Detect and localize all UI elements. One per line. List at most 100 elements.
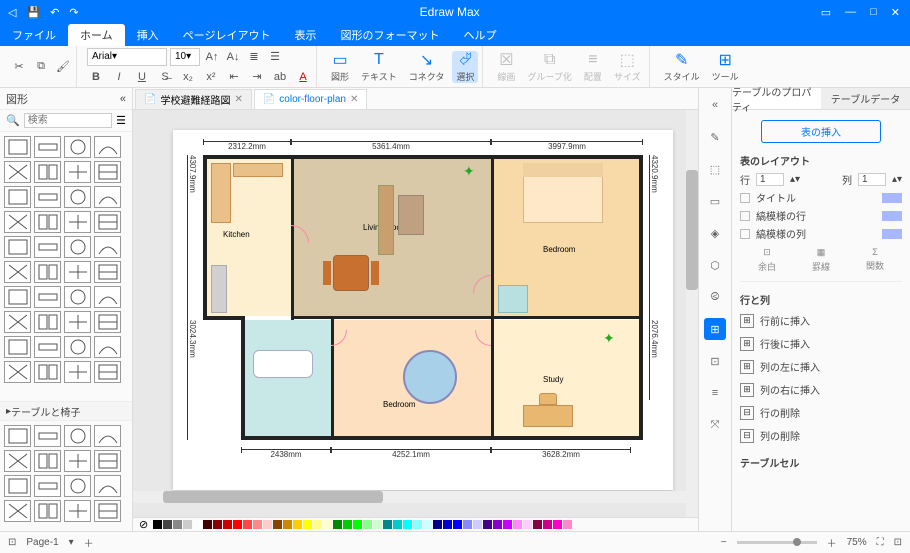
shape-thumb[interactable] [4, 450, 31, 472]
shape-thumb[interactable] [4, 336, 31, 358]
bold-icon[interactable]: B [87, 68, 105, 86]
tool-align[interactable]: ≡配置 [580, 51, 606, 83]
btn-margin[interactable]: ⊡余白 [758, 247, 776, 273]
menu-home[interactable]: ホーム [68, 24, 125, 46]
shape-thumb[interactable] [64, 361, 91, 383]
menu-file[interactable]: ファイル [0, 24, 68, 46]
page-nav-icon[interactable]: ⊡ [8, 537, 16, 548]
shape-thumb[interactable] [64, 475, 91, 497]
menu-shapeformat[interactable]: 図形のフォーマット [328, 24, 451, 46]
color-swatch[interactable] [323, 520, 332, 529]
tool-size[interactable]: ⬚サイズ [610, 51, 645, 83]
color-swatch[interactable] [423, 520, 432, 529]
color-swatch[interactable] [413, 520, 422, 529]
color-swatch[interactable] [383, 520, 392, 529]
shape-thumb[interactable] [94, 286, 121, 308]
color-swatch[interactable] [293, 520, 302, 529]
color-swatch[interactable] [443, 520, 452, 529]
shape-thumb[interactable] [94, 425, 121, 447]
shape-thumb[interactable] [94, 336, 121, 358]
tool-shape[interactable]: ▭図形 [327, 51, 353, 83]
row-stepper[interactable]: ▴▾ [790, 174, 800, 185]
color-swatch[interactable] [403, 520, 412, 529]
shape-thumb[interactable] [34, 136, 61, 158]
tab-table-data[interactable]: テーブルデータ [821, 88, 910, 109]
shape-thumb[interactable] [34, 475, 61, 497]
indent-inc-icon[interactable]: ⇥ [248, 68, 266, 86]
color-swatch[interactable] [153, 520, 162, 529]
color-swatch[interactable] [363, 520, 372, 529]
italic-icon[interactable]: I [110, 68, 128, 86]
font-increase-icon[interactable]: A↑ [203, 48, 221, 66]
row-input[interactable]: 1 [756, 173, 784, 186]
shape-thumb[interactable] [34, 361, 61, 383]
color-swatch[interactable] [353, 520, 362, 529]
shape-thumb[interactable] [64, 211, 91, 233]
color-swatch[interactable] [343, 520, 352, 529]
btn-border[interactable]: ▦罫線 [812, 247, 830, 273]
color-swatch[interactable] [263, 520, 272, 529]
collapse-icon[interactable]: « [120, 93, 126, 105]
zoom-in-icon[interactable]: ＋ [827, 535, 837, 550]
tab-color-floor-plan[interactable]: 📄 color-floor-plan ✕ [254, 89, 368, 109]
color-swatch[interactable] [543, 520, 552, 529]
shape-thumb[interactable] [4, 186, 31, 208]
side-tool-7[interactable]: ⊞ [704, 318, 726, 340]
underline-icon[interactable]: U [133, 68, 151, 86]
fontcolor-icon[interactable]: A [294, 68, 312, 86]
tool-connector[interactable]: ↘コネクタ [405, 51, 449, 83]
menu-pagelayout[interactable]: ページレイアウト [171, 24, 283, 46]
color-swatch[interactable] [473, 520, 482, 529]
shape-thumb[interactable] [94, 236, 121, 258]
color-swatch[interactable] [553, 520, 562, 529]
search-input[interactable] [24, 113, 112, 128]
side-tool-9[interactable]: ≡ [704, 382, 726, 404]
shape-thumb[interactable] [34, 236, 61, 258]
shape-thumb[interactable] [4, 425, 31, 447]
sup-icon[interactable]: x² [202, 68, 220, 86]
minimize-icon[interactable]: — [845, 6, 856, 19]
color-swatch[interactable] [503, 520, 512, 529]
side-tool-8[interactable]: ⊡ [704, 350, 726, 372]
menu-help[interactable]: ヘルプ [451, 24, 508, 46]
shape-thumb[interactable] [4, 161, 31, 183]
shape-thumb[interactable] [94, 450, 121, 472]
color-swatch[interactable] [493, 520, 502, 529]
font-family-select[interactable]: Arial ▾ [87, 48, 167, 66]
copy-icon[interactable]: ⧉ [32, 58, 50, 76]
shape-thumb[interactable] [34, 336, 61, 358]
shape-thumb[interactable] [4, 136, 31, 158]
menu-insert[interactable]: 挿入 [125, 24, 171, 46]
color-swatch[interactable] [183, 520, 192, 529]
color-swatch[interactable] [243, 520, 252, 529]
shape-thumb[interactable] [64, 136, 91, 158]
color-swatch[interactable] [333, 520, 342, 529]
shape-thumb[interactable] [4, 361, 31, 383]
shape-thumb[interactable] [64, 450, 91, 472]
side-tool-10[interactable]: ⤧ [704, 414, 726, 436]
tool-select[interactable]: ⮰選択 [452, 51, 478, 83]
shape-thumb[interactable] [94, 361, 121, 383]
tab-close-icon[interactable]: ✕ [234, 94, 242, 105]
color-swatch[interactable] [213, 520, 222, 529]
shape-thumb[interactable] [34, 261, 61, 283]
col-stepper[interactable]: ▴▾ [892, 174, 902, 185]
check-striperow[interactable] [740, 211, 750, 221]
fullscreen-icon[interactable]: ⊡ [894, 537, 902, 548]
color-swatch[interactable] [233, 520, 242, 529]
filter-icon[interactable]: ☰ [116, 114, 126, 127]
tool-text[interactable]: Tテキスト [357, 51, 401, 83]
shape-thumb[interactable] [4, 286, 31, 308]
shape-thumb[interactable] [4, 311, 31, 333]
page-label[interactable]: Page-1 [26, 537, 58, 548]
rowcol-action[interactable]: ⊟行の削除 [740, 403, 902, 422]
shape-thumb[interactable] [34, 311, 61, 333]
shape-thumb[interactable] [4, 475, 31, 497]
rowcol-action[interactable]: ⊞行前に挿入 [740, 311, 902, 330]
maximize-icon[interactable]: □ [870, 6, 877, 19]
back-icon[interactable]: ◁ [8, 6, 16, 19]
color-swatch[interactable] [563, 520, 572, 529]
check-title[interactable] [740, 193, 750, 203]
menu-view[interactable]: 表示 [282, 24, 328, 46]
canvas[interactable]: 2312.2mm 5361.4mm 3997.9mm 2438mm 4252.1… [133, 110, 698, 517]
